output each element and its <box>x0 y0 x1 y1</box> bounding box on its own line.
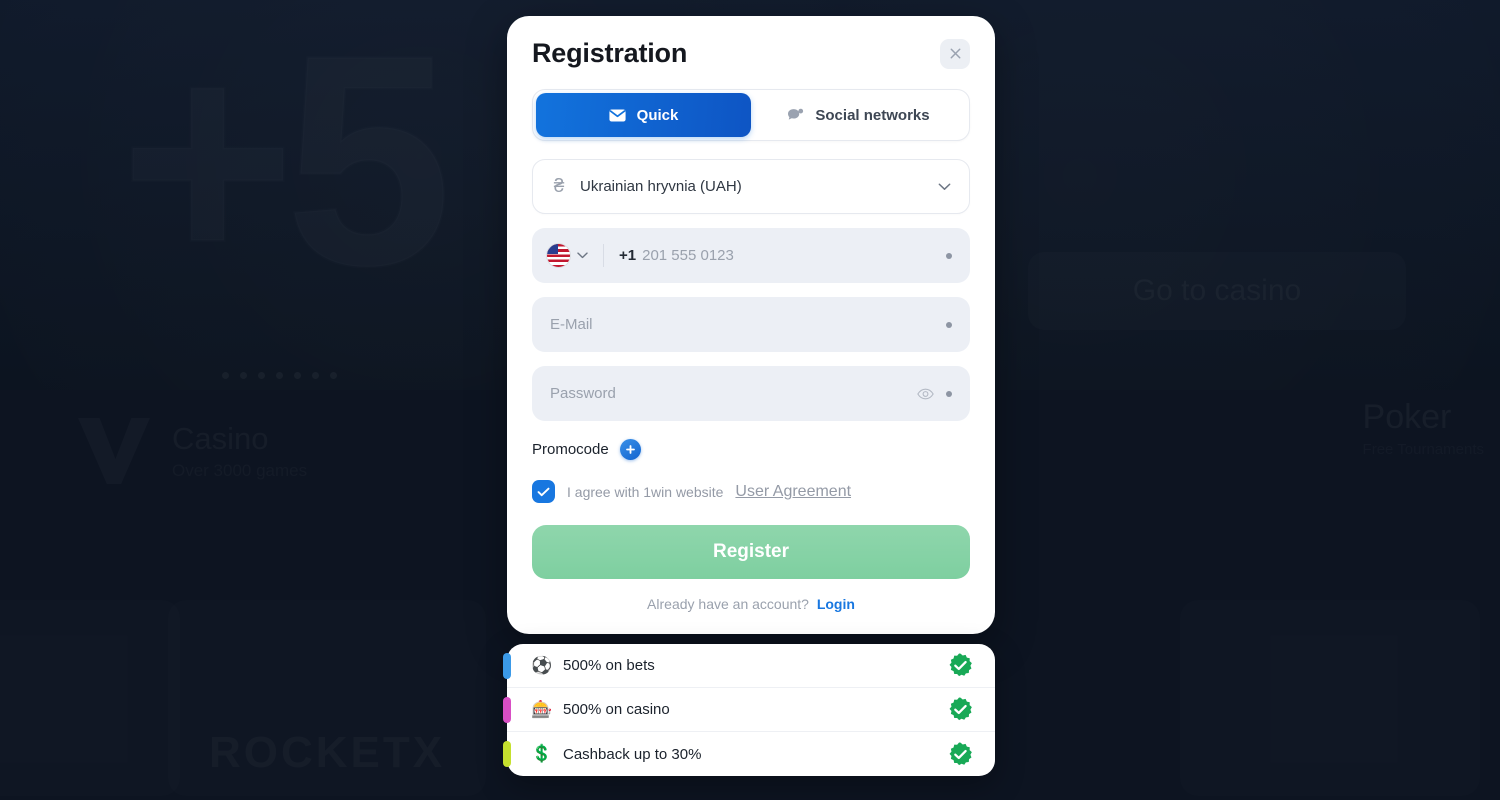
password-visibility-toggle[interactable] <box>917 388 934 400</box>
close-icon <box>950 48 960 59</box>
bonus-accent-bar <box>503 653 511 679</box>
user-agreement-link[interactable]: User Agreement <box>735 483 851 501</box>
background-carousel-dots <box>222 372 337 379</box>
background-poker-subtitle: Free Tournaments <box>1363 441 1484 458</box>
tab-social-networks-label: Social networks <box>815 106 930 124</box>
hryvnia-icon: ₴ <box>553 175 565 197</box>
registration-method-tabs: Quick Social networks <box>532 89 970 141</box>
background-game-tile <box>0 600 180 796</box>
phone-field[interactable]: +1 201 555 0123 <box>532 228 970 283</box>
us-flag-icon <box>547 244 570 267</box>
background-rocketx-title: ROCKETX <box>209 728 445 778</box>
background-casino-subtitle: Over 3000 games <box>172 461 307 481</box>
field-divider <box>603 244 604 267</box>
background-game-tile <box>1180 600 1480 796</box>
checkmark-icon <box>537 487 550 496</box>
plus-icon <box>625 445 635 454</box>
green-check-badge-icon <box>948 697 973 722</box>
login-prompt-row: Already have an account? Login <box>532 596 970 634</box>
country-chevron-down-icon[interactable] <box>577 252 588 259</box>
chevron-down-icon <box>938 182 951 190</box>
list-item[interactable]: 🎰 500% on casino <box>503 688 995 732</box>
register-button[interactable]: Register <box>532 525 970 579</box>
chat-bubble-icon <box>788 108 804 120</box>
required-dot-icon <box>946 252 952 259</box>
promocode-row: Promocode <box>532 439 970 460</box>
phone-dial-code: +1 <box>619 247 637 264</box>
bonus-accent-bar <box>503 697 511 723</box>
green-check-badge-icon <box>948 741 973 767</box>
login-prompt-text: Already have an account? <box>647 596 809 612</box>
required-dot-icon <box>946 390 952 397</box>
promocode-label: Promocode <box>532 441 609 458</box>
background-casino-card: Casino Over 3000 games <box>40 392 480 510</box>
background-poker-title: Poker <box>1363 398 1484 437</box>
tab-quick-label: Quick <box>636 106 679 124</box>
login-link[interactable]: Login <box>817 596 855 612</box>
envelope-icon <box>609 109 626 121</box>
tab-social-networks[interactable]: Social networks <box>751 93 966 137</box>
bonus-accent-bar <box>503 741 511 767</box>
email-input[interactable] <box>550 316 934 333</box>
bonus-label: 500% on bets <box>563 657 655 674</box>
background-rocketx-tile: ROCKETX <box>168 600 486 796</box>
agreement-text: I agree with 1win website <box>567 483 724 500</box>
registration-modal: Registration Quick Social networks ₴ Ukr… <box>507 16 995 634</box>
eye-icon <box>917 388 934 399</box>
close-button[interactable] <box>940 38 970 69</box>
password-input[interactable] <box>550 385 909 402</box>
soccer-ball-icon: ⚽ <box>531 655 553 675</box>
background-poker-card: Poker Free Tournaments <box>1363 398 1484 458</box>
promocode-add-button[interactable] <box>619 439 641 460</box>
email-field[interactable] <box>532 297 970 352</box>
page-title: Registration <box>532 38 688 68</box>
bonus-label: Cashback up to 30% <box>563 745 702 763</box>
password-field[interactable] <box>532 366 970 421</box>
background-go-to-casino-button: Go to casino <box>1028 252 1406 330</box>
tab-quick[interactable]: Quick <box>536 93 751 137</box>
slot-machine-icon: 🎰 <box>531 699 553 719</box>
cashback-coin-icon: 💲 <box>531 744 553 763</box>
list-item[interactable]: 💲 Cashback up to 30% <box>503 732 995 776</box>
background-1win-logo-icon <box>78 418 150 484</box>
modal-header: Registration <box>532 16 970 69</box>
bonus-label: 500% on casino <box>563 701 670 718</box>
required-dot-icon <box>946 321 952 328</box>
currency-select-value: Ukrainian hryvnia (UAH) <box>580 178 742 195</box>
bonus-list-panel: ⚽ 500% on bets 🎰 500% on casino 💲 Cashba… <box>503 644 995 776</box>
agreement-checkbox[interactable] <box>532 480 555 503</box>
agreement-row: I agree with 1win website User Agreement <box>532 480 970 503</box>
green-check-badge-icon <box>948 653 973 678</box>
list-item[interactable]: ⚽ 500% on bets <box>503 644 995 688</box>
background-casino-title: Casino <box>172 421 307 457</box>
phone-input-placeholder[interactable]: 201 555 0123 <box>642 247 934 264</box>
background-banner-text: +5 <box>118 0 453 328</box>
currency-select[interactable]: ₴ Ukrainian hryvnia (UAH) <box>532 159 970 214</box>
